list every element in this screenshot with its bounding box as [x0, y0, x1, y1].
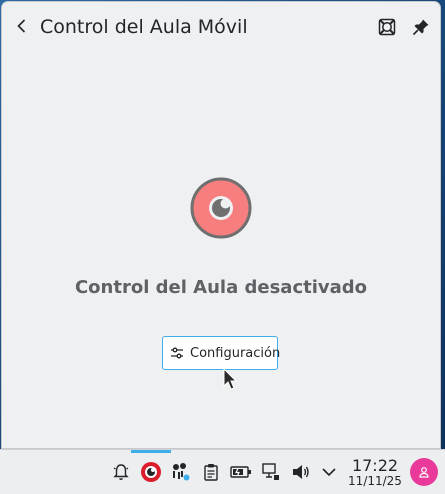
configuration-button-label: Configuración: [190, 345, 281, 361]
mouse-cursor-icon: [223, 368, 238, 390]
tray-item-volume[interactable]: [290, 461, 312, 483]
network-wired-icon: [262, 463, 279, 480]
eye-disabled-icon: [190, 177, 252, 239]
classroom-control-popup: Control del Aula Móvil Control del Aula …: [2, 2, 440, 448]
sliders-icon: [169, 345, 185, 361]
fingerprint-network-icon: [173, 463, 190, 481]
volume-icon: [293, 465, 309, 479]
pin-icon: [412, 19, 429, 36]
lifebuoy-icon: [378, 18, 396, 36]
chevron-down-icon: [322, 468, 336, 477]
popup-header: Control del Aula Móvil: [2, 2, 440, 50]
user-avatar[interactable]: [410, 458, 438, 486]
back-button[interactable]: [10, 14, 34, 38]
help-button[interactable]: [376, 16, 398, 38]
tray-item-notifications[interactable]: [110, 461, 132, 483]
notification-bell-icon: [113, 464, 129, 480]
tray-expander[interactable]: [318, 461, 340, 483]
clipboard-icon: [204, 464, 218, 481]
clock-date: 11/11/25: [348, 474, 402, 488]
classroom-control-icon: [141, 462, 161, 482]
digital-clock[interactable]: 17:22 11/11/25: [345, 457, 405, 489]
tray-item-clipboard[interactable]: [200, 461, 222, 483]
configuration-button[interactable]: Configuración: [162, 336, 281, 370]
battery-icon: [230, 466, 251, 478]
status-message: Control del Aula desactivado: [74, 277, 368, 298]
tray-item-network-services[interactable]: [170, 461, 192, 483]
taskbar: 17:22 11/11/25: [0, 449, 445, 494]
tray-item-classroom-control[interactable]: [140, 461, 162, 483]
user-icon: [419, 467, 429, 478]
pin-button[interactable]: [410, 16, 432, 38]
tray-item-battery[interactable]: [230, 461, 252, 483]
clock-time: 17:22: [351, 456, 399, 475]
popup-title: Control del Aula Móvil: [40, 16, 248, 38]
tray-active-indicator: [131, 450, 171, 453]
tray-item-network[interactable]: [260, 461, 282, 483]
chevron-left-icon: [17, 19, 26, 33]
